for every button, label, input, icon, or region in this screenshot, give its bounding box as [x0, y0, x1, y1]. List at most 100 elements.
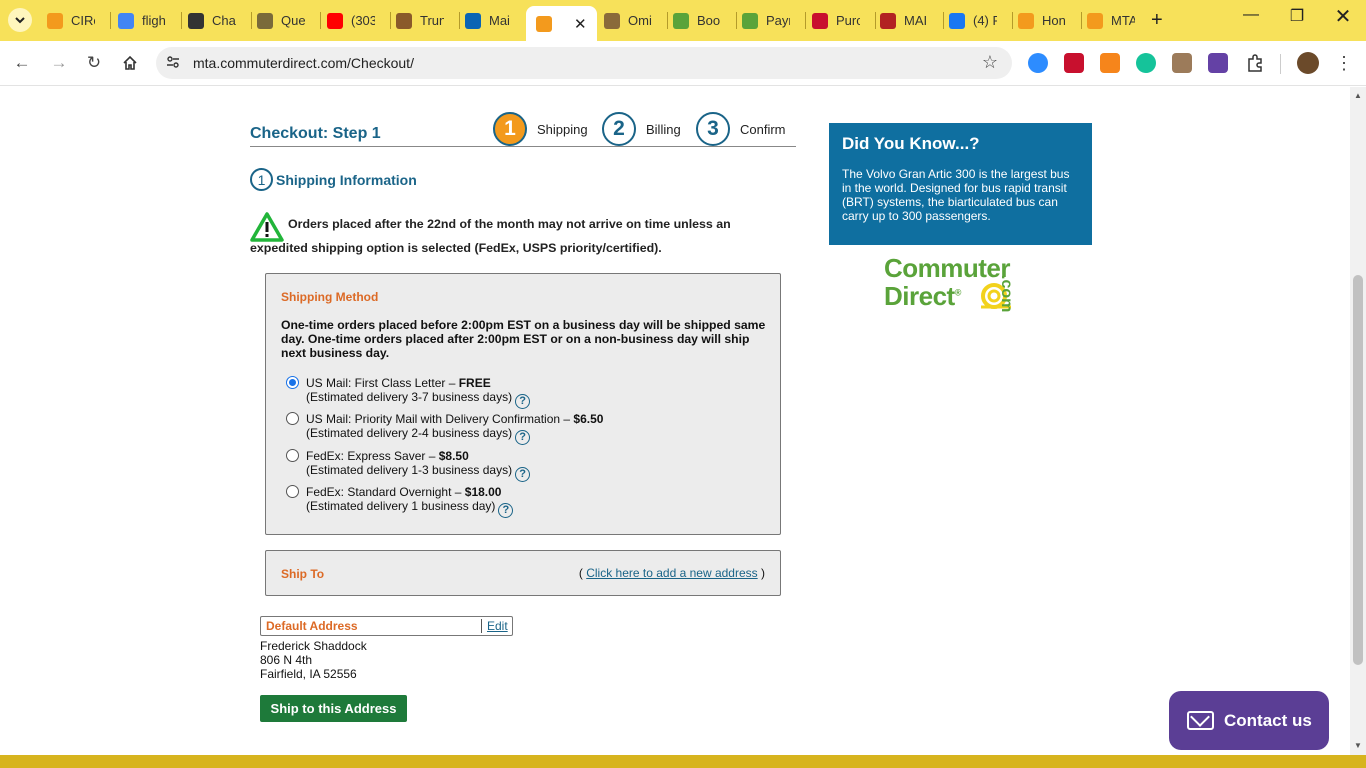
tab-separator — [1012, 12, 1013, 29]
tab-separator — [110, 12, 111, 29]
browser-menu-icon[interactable]: ⋮ — [1332, 51, 1356, 75]
logo-line1: Commuter — [884, 253, 1011, 283]
extension-ext-icon[interactable] — [1172, 53, 1192, 73]
option-name: US Mail: First Class Letter — [306, 376, 446, 390]
envelope-icon — [1187, 711, 1214, 730]
browser-tab[interactable]: fligh — [118, 6, 166, 35]
help-icon[interactable]: ? — [515, 430, 531, 445]
tab-separator — [1081, 12, 1082, 29]
tab-title: Mai — [489, 13, 510, 28]
option-name: FedEx: Standard Overnight — [306, 485, 452, 499]
browser-tab[interactable]: MTA — [1087, 6, 1135, 35]
tab-separator — [736, 12, 737, 29]
step-shipping: 1 Shipping — [493, 112, 588, 146]
extension-grammarly-icon[interactable] — [1136, 53, 1156, 73]
browser-tab[interactable]: (303 — [327, 6, 375, 35]
tab-separator — [667, 12, 668, 29]
tab-title: Hon — [1042, 13, 1066, 28]
extension-twitch-icon[interactable] — [1208, 53, 1228, 73]
did-you-know-panel: Did You Know...? The Volvo Gran Artic 30… — [829, 123, 1092, 245]
tab-title: MTA — [1111, 13, 1135, 28]
ship-to-this-address-button[interactable]: Ship to this Address — [260, 695, 407, 722]
option-estimate: (Estimated delivery 3-7 business days) — [306, 390, 513, 404]
tab-favicon-icon — [949, 12, 965, 29]
extension-metamask-icon[interactable] — [1100, 53, 1120, 73]
browser-tab[interactable]: Chat — [188, 6, 236, 35]
extension-zm-icon[interactable] — [1028, 53, 1048, 73]
shipping-option-radio[interactable] — [286, 449, 299, 462]
site-info-icon[interactable] — [166, 55, 180, 69]
profile-avatar[interactable] — [1297, 52, 1319, 74]
shipping-method-description: One-time orders placed before 2:00pm EST… — [281, 318, 766, 360]
browser-tab[interactable]: Omi — [604, 6, 652, 35]
tab-title: (4) F — [973, 13, 997, 28]
step-confirm: 3 Confirm — [696, 112, 786, 146]
browser-tab[interactable]: (4) F — [949, 6, 997, 35]
logo-line2-text: Direct — [884, 281, 955, 311]
tab-favicon-icon — [1018, 12, 1034, 29]
edit-address-link[interactable]: Edit — [487, 619, 508, 633]
browser-tab[interactable]: Que — [257, 6, 305, 35]
shipping-option-radio[interactable] — [286, 412, 299, 425]
add-new-address-link[interactable]: Click here to add a new address — [586, 566, 757, 580]
tab-separator — [805, 12, 806, 29]
tab-title: Purc — [836, 13, 860, 28]
back-button[interactable]: ← — [10, 51, 34, 75]
help-icon[interactable]: ? — [515, 467, 531, 482]
shipping-option-radio[interactable] — [286, 376, 299, 389]
tab-title: fligh — [142, 13, 166, 28]
restore-icon[interactable]: ❐ — [1274, 6, 1320, 26]
close-tab-icon[interactable]: ✕ — [574, 15, 587, 33]
tab-title: Payr — [766, 13, 790, 28]
scrollbar-thumb[interactable] — [1353, 275, 1363, 665]
browser-tab[interactable]: Hon — [1018, 6, 1066, 35]
browser-tab[interactable]: Payr — [742, 6, 790, 35]
shipping-method-box: Shipping Method One-time orders placed b… — [265, 273, 781, 535]
option-estimate: (Estimated delivery 2-4 business days) — [306, 426, 513, 440]
browser-tab[interactable]: ✕ — [526, 6, 597, 41]
shipping-option-radio[interactable] — [286, 485, 299, 498]
url-text[interactable]: mta.commuterdirect.com/Checkout/ — [193, 55, 414, 71]
step-divider — [250, 146, 796, 147]
section-title: Shipping Information — [276, 171, 417, 188]
tab-title: Omi — [628, 13, 652, 28]
toolbar-divider — [1280, 54, 1281, 74]
contact-us-button[interactable]: Contact us — [1169, 691, 1329, 750]
step-number: 1 — [493, 112, 527, 146]
help-icon[interactable]: ? — [515, 394, 531, 409]
address-bar[interactable]: mta.commuterdirect.com/Checkout/ ☆ — [156, 47, 1012, 79]
shipping-option-text: US Mail: First Class Letter – FREE (Estim… — [306, 376, 531, 409]
page-footer-bar — [0, 755, 1366, 768]
browser-tab[interactable]: MAI — [880, 6, 928, 35]
new-tab-button[interactable]: + — [1151, 9, 1163, 32]
scroll-down-icon[interactable]: ▼ — [1354, 741, 1362, 750]
tab-title: MAI — [904, 13, 928, 28]
home-button[interactable] — [118, 51, 142, 75]
add-address-wrapper: ( Click here to add a new address ) — [579, 566, 765, 580]
option-estimate: (Estimated delivery 1-3 business days) — [306, 463, 513, 477]
browser-tab[interactable]: Mai — [465, 6, 513, 35]
reload-button[interactable]: ↻ — [82, 51, 106, 75]
page-scrollbar[interactable]: ▲ ▼ — [1350, 87, 1366, 755]
browser-tab[interactable]: Purc — [812, 6, 860, 35]
help-icon[interactable]: ? — [498, 503, 514, 518]
tab-favicon-icon — [327, 12, 343, 29]
browser-tab[interactable]: CIRe — [47, 6, 95, 35]
extensions-puzzle-icon[interactable] — [1243, 51, 1267, 75]
minimize-icon[interactable]: — — [1228, 6, 1274, 24]
paren-open: ( — [578, 566, 583, 580]
extension-VM-icon[interactable] — [1064, 53, 1084, 73]
bookmark-star-icon[interactable]: ☆ — [982, 52, 998, 73]
tab-strip: CIRe fligh Chat Que (303 Trun Mai ✕ Omi Boo Payr Pu… — [0, 0, 1366, 41]
close-window-icon[interactable]: ✕ — [1320, 4, 1366, 29]
step-label: Shipping — [537, 121, 588, 137]
shipping-method-heading: Shipping Method — [281, 290, 379, 304]
scroll-up-icon[interactable]: ▲ — [1354, 91, 1362, 100]
tab-search-button[interactable] — [8, 8, 32, 32]
browser-tab[interactable]: Trun — [396, 6, 444, 35]
browser-tab[interactable]: Boo — [673, 6, 721, 35]
forward-button[interactable]: → — [47, 51, 71, 75]
step-label: Billing — [646, 121, 681, 137]
option-price: $18.00 — [464, 485, 502, 499]
tab-favicon-icon — [1087, 12, 1103, 29]
